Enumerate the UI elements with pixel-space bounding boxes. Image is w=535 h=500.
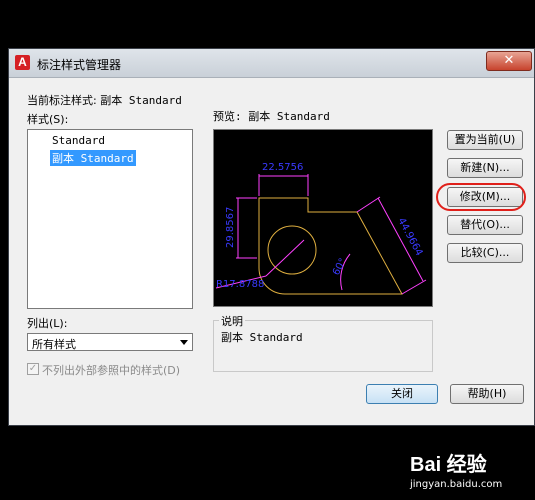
watermark: Bai 经验 jingyan.baidu.com: [410, 448, 502, 490]
left-dimension-text: 29.8567: [225, 207, 236, 248]
preview-pane: 22.5756 29.8567 44.9664 60° R17.8788: [213, 129, 433, 307]
set-current-button[interactable]: 置为当前(U): [447, 130, 523, 150]
modify-highlight-annotation: [436, 183, 526, 211]
close-button[interactable]: 关闭: [366, 384, 438, 404]
description-label: 说明: [219, 313, 245, 329]
help-button[interactable]: 帮助(H): [450, 384, 524, 404]
exclude-xref-checkbox[interactable]: ✓: [27, 363, 39, 375]
title-bar: A 标注样式管理器 ✕: [9, 49, 534, 78]
dimension-style-manager-dialog: A 标注样式管理器 ✕ 当前标注样式: 副本 Standard 样式(S): S…: [8, 48, 535, 426]
radius-dimension-text: R17.8788: [216, 279, 264, 290]
style-item-standard[interactable]: Standard: [50, 134, 107, 147]
override-button[interactable]: 替代(O)...: [447, 215, 523, 235]
top-dimension: [258, 174, 309, 196]
compare-button[interactable]: 比较(C)...: [447, 243, 523, 263]
autocad-app-icon: A: [15, 55, 30, 70]
current-style-label: 当前标注样式:: [27, 94, 97, 107]
list-filter-value: 所有样式: [32, 338, 76, 351]
watermark-url: jingyan.baidu.com: [410, 479, 503, 490]
top-dimension-text: 22.5756: [262, 162, 303, 173]
styles-label: 样式(S):: [27, 113, 69, 126]
preview-drawing: 22.5756 29.8567 44.9664 60° R17.8788: [215, 162, 427, 295]
current-style-row: 当前标注样式: 副本 Standard: [27, 92, 182, 108]
description-text: 副本 Standard: [221, 331, 303, 344]
window-close-button[interactable]: ✕: [486, 51, 532, 71]
style-item-copy-standard[interactable]: 副本 Standard: [50, 150, 136, 166]
description-group: [213, 320, 433, 372]
watermark-logo: Bai 经验: [410, 454, 487, 476]
chevron-down-icon: [180, 340, 188, 345]
radius-leader: [265, 239, 305, 277]
list-filter-label: 列出(L):: [27, 317, 68, 330]
current-style-value: 副本 Standard: [100, 94, 182, 107]
window-title: 标注样式管理器: [37, 58, 122, 72]
part-outline: [258, 197, 403, 295]
styles-listbox[interactable]: Standard 副本 Standard: [27, 129, 193, 309]
list-filter-select[interactable]: 所有样式: [27, 333, 193, 351]
exclude-xref-label: 不列出外部参照中的样式(D): [42, 364, 181, 377]
preview-label: 预览: 副本 Standard: [213, 110, 330, 123]
left-dimension: [236, 197, 257, 259]
new-button[interactable]: 新建(N)...: [447, 158, 523, 178]
